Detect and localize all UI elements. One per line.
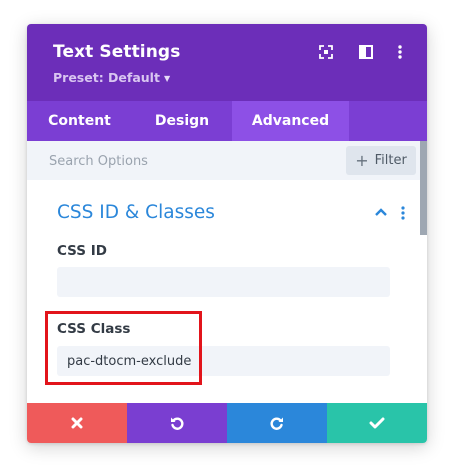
search-input[interactable] (49, 149, 329, 173)
filter-button[interactable]: + Filter (346, 146, 416, 175)
undo-button[interactable] (127, 403, 227, 443)
modal-footer (27, 403, 427, 443)
chevron-up-icon[interactable] (374, 206, 388, 218)
css-id-label: CSS ID (57, 243, 107, 259)
caret-down-icon: ▼ (163, 73, 171, 83)
discard-button[interactable] (27, 403, 127, 443)
plus-icon: + (355, 150, 369, 170)
fullscreen-icon[interactable] (317, 43, 335, 61)
css-id-field[interactable] (57, 267, 390, 297)
redo-icon (270, 417, 283, 430)
text-settings-modal: Text Settings Preset: Default ▼ Content … (27, 24, 427, 443)
checkmark-icon (369, 417, 385, 429)
tab-design[interactable]: Design (132, 101, 232, 141)
preset-dropdown[interactable]: Preset: Default ▼ (53, 70, 170, 85)
more-options-icon[interactable] (391, 43, 409, 61)
filter-label: Filter (374, 153, 407, 168)
search-bar: + Filter (27, 141, 427, 180)
split-view-icon[interactable] (357, 43, 375, 61)
tab-content[interactable]: Content (27, 101, 132, 141)
tab-advanced[interactable]: Advanced (232, 101, 349, 141)
scrollbar-thumb[interactable] (420, 141, 427, 235)
save-button[interactable] (327, 403, 427, 443)
close-icon (71, 417, 83, 429)
settings-content: CSS ID & Classes CSS ID CSS Class (27, 180, 420, 403)
undo-icon (171, 417, 184, 430)
modal-header: Text Settings Preset: Default ▼ (27, 24, 427, 101)
section-title[interactable]: CSS ID & Classes (57, 202, 215, 223)
modal-title: Text Settings (53, 42, 181, 62)
tab-bar: Content Design Advanced (27, 101, 427, 141)
redo-button[interactable] (227, 403, 327, 443)
highlight-box (45, 311, 202, 385)
section-more-icon[interactable] (399, 206, 407, 220)
preset-label: Preset: Default (53, 70, 160, 85)
